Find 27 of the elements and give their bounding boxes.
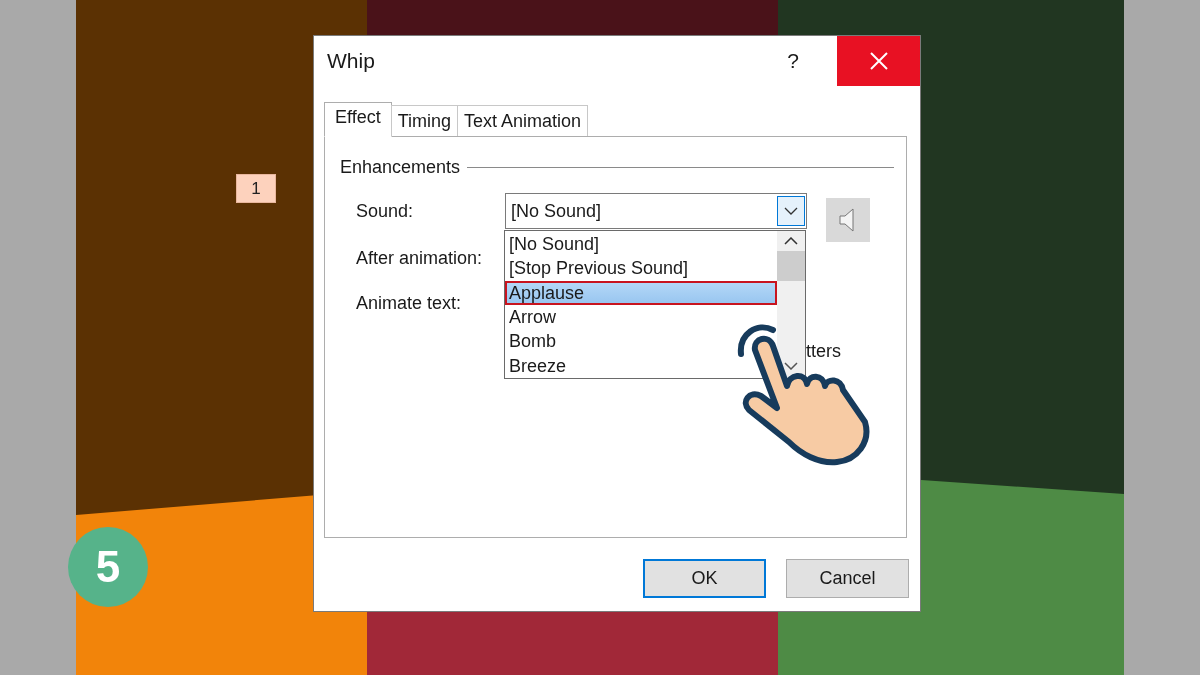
list-option[interactable]: [Stop Previous Sound] bbox=[505, 256, 689, 281]
list-option[interactable]: Arrow bbox=[505, 305, 556, 330]
tab[interactable]: Timing bbox=[390, 105, 459, 136]
help-button[interactable]: ? bbox=[773, 49, 813, 73]
slide-number-badge: 1 bbox=[236, 174, 276, 203]
list-option[interactable]: [No Sound] bbox=[505, 232, 600, 257]
scroll-down-icon[interactable] bbox=[784, 362, 798, 370]
group-title: Enhancements bbox=[340, 157, 461, 178]
close-button[interactable] bbox=[837, 36, 920, 86]
option-label: tters bbox=[806, 341, 841, 362]
sound-dropdown[interactable]: [No Sound] bbox=[505, 193, 807, 229]
scroll-up-icon[interactable] bbox=[784, 237, 798, 245]
dialog-button[interactable]: OK bbox=[643, 559, 766, 598]
field-label: Sound: bbox=[356, 200, 415, 222]
list-option[interactable]: Bomb bbox=[505, 329, 557, 354]
list-option[interactable]: Applause bbox=[505, 280, 777, 305]
field-label: Animate text: bbox=[356, 293, 463, 314]
tab[interactable]: Effect bbox=[324, 102, 392, 137]
list-option[interactable]: Breeze bbox=[505, 353, 567, 378]
scrollbar-thumb[interactable] bbox=[777, 251, 805, 281]
dialog-button[interactable]: Cancel bbox=[786, 559, 909, 598]
close-icon bbox=[869, 52, 888, 70]
field-label: After animation: bbox=[356, 248, 484, 269]
scrollbar[interactable] bbox=[777, 231, 805, 378]
chevron-down-icon bbox=[784, 207, 798, 215]
dialog-title: Whip bbox=[327, 49, 376, 73]
tab[interactable]: Text Animation bbox=[457, 105, 589, 136]
